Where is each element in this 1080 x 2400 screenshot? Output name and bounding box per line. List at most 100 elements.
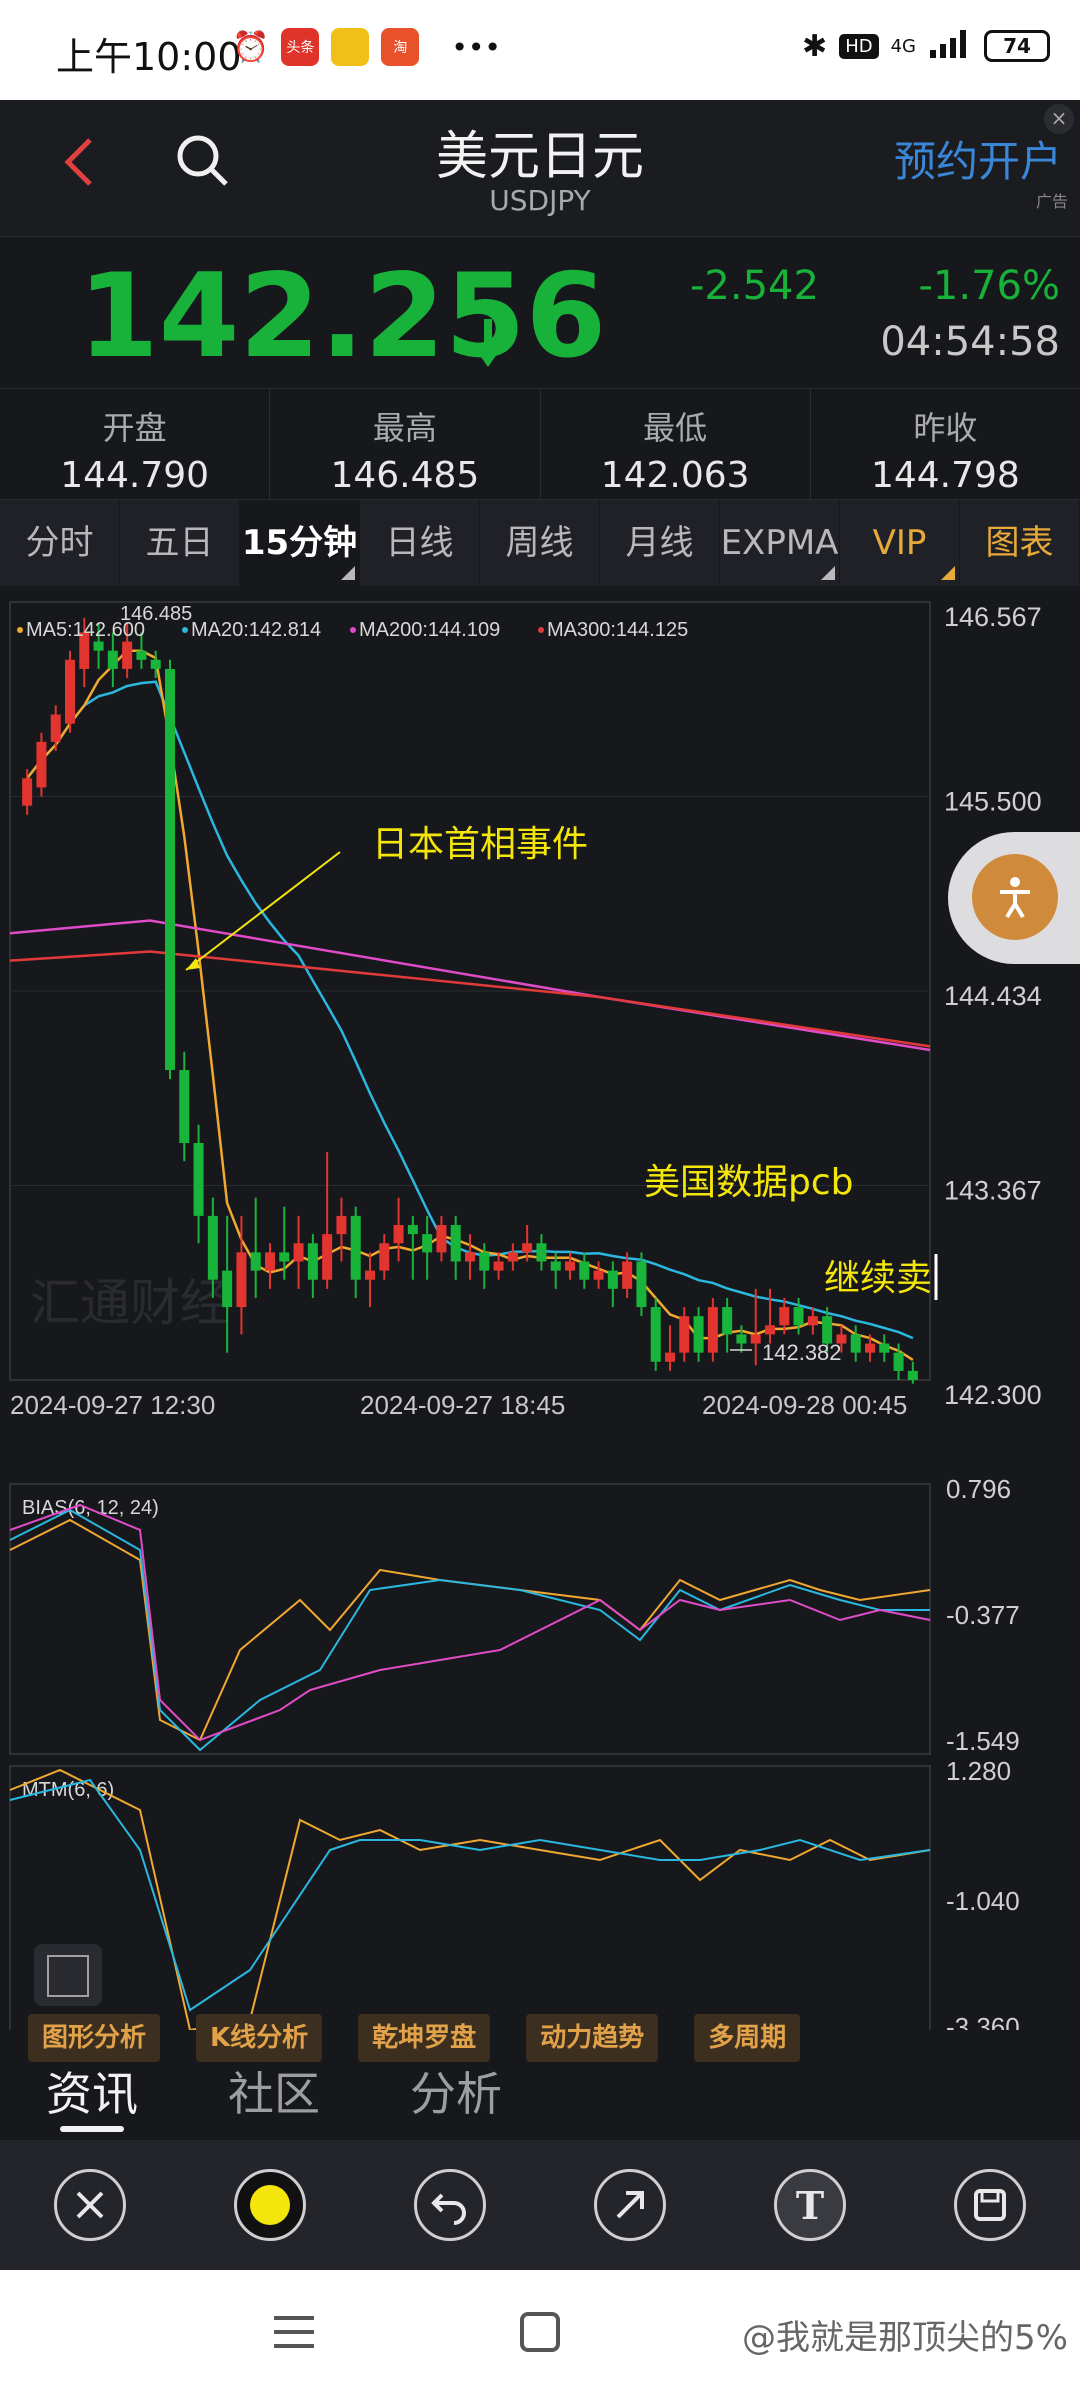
- x-tick-label: 2024-09-27 18:45: [360, 1390, 565, 1420]
- y-tick-label: 145.500: [944, 787, 1042, 817]
- legend-dot: [17, 627, 23, 633]
- arrow-tool-icon[interactable]: [594, 2169, 666, 2241]
- candle-body: [893, 1352, 904, 1371]
- status-notification-icons: ⏰ 头条 淘 •••: [232, 28, 501, 66]
- candle-body: [493, 1261, 504, 1271]
- candle-body: [436, 1225, 447, 1253]
- ad-tag: 广告: [1035, 192, 1068, 211]
- quote-time: 04:54:58: [880, 319, 1060, 365]
- candle-body: [122, 641, 133, 669]
- tab-15min[interactable]: 15分钟: [240, 500, 360, 586]
- y-tick-label: 142.300: [944, 1380, 1042, 1410]
- more-notifications-icon: •••: [451, 30, 501, 64]
- tab-daily[interactable]: 日线: [360, 500, 480, 586]
- app-icon-yellow: [331, 28, 370, 66]
- tab-vip[interactable]: VIP: [840, 500, 960, 586]
- candle-body: [465, 1252, 475, 1262]
- stat-value: 144.798: [870, 455, 1020, 496]
- candle-body: [807, 1316, 818, 1326]
- mtm-signal-line: [9, 1778, 931, 2012]
- candle-body: [22, 778, 33, 806]
- candle-body: [107, 650, 118, 669]
- candle-body: [136, 650, 147, 660]
- tab-monthly[interactable]: 月线: [600, 500, 720, 586]
- drawing-toolbar: T: [0, 2140, 1080, 2270]
- candle-body: [150, 659, 161, 669]
- undo-icon[interactable]: [414, 2169, 486, 2241]
- ad-close-icon[interactable]: ×: [1044, 104, 1074, 134]
- candle-body: [593, 1270, 604, 1280]
- stat-value: 146.485: [330, 455, 480, 496]
- candle-body: [793, 1307, 804, 1326]
- candle-body: [693, 1316, 704, 1353]
- annotation-text: 继续卖: [824, 1258, 932, 1299]
- stat-value: 144.790: [60, 455, 210, 496]
- candle-body: [307, 1243, 318, 1280]
- color-picker-button[interactable]: [234, 2169, 306, 2241]
- tab-community[interactable]: 社区: [228, 2052, 320, 2136]
- status-time: 上午10:00: [56, 35, 242, 79]
- y-tick-label: 146.567: [944, 602, 1042, 632]
- candle-body: [765, 1325, 775, 1335]
- tab-analysis[interactable]: 分析: [410, 2052, 502, 2136]
- tab-intraday[interactable]: 分时: [0, 500, 120, 586]
- menu-icon[interactable]: [274, 2314, 314, 2350]
- tab-expma[interactable]: EXPMA: [720, 500, 840, 586]
- chart-area[interactable]: 146.567 145.500 144.434 143.367 142.300 2024-…: [0, 590, 1080, 2062]
- y-tick-label: 143.367: [944, 1176, 1042, 1206]
- tab-label: VIP: [872, 523, 927, 563]
- candle-body: [722, 1307, 733, 1335]
- quote-panel: 142.256 -2.542 -1.76% 04:54:58: [0, 236, 1080, 388]
- stat-high: 最高 146.485: [270, 389, 541, 499]
- candle-body: [450, 1225, 461, 1262]
- low-label: 142.382: [762, 1340, 842, 1365]
- close-icon[interactable]: [54, 2169, 126, 2241]
- network-label: 4G: [890, 35, 916, 57]
- floating-accessibility-button[interactable]: [948, 832, 1080, 964]
- ma200-line: [9, 919, 931, 1052]
- candle-body: [522, 1243, 533, 1253]
- bias-line: [9, 1518, 931, 1742]
- candle-body: [193, 1142, 204, 1216]
- current-price: 142.256: [78, 249, 607, 384]
- home-button[interactable]: [520, 2312, 560, 2352]
- stat-label: 最高: [372, 409, 437, 447]
- down-arrow-icon: [474, 319, 502, 367]
- candle-body: [779, 1307, 790, 1326]
- tab-news[interactable]: 资讯: [46, 2052, 138, 2136]
- stat-label: 昨收: [913, 409, 978, 447]
- legend-entry: MA200:144.109: [359, 619, 500, 641]
- stat-label: 最低: [643, 409, 708, 447]
- candle-body: [336, 1215, 347, 1235]
- candle-body: [422, 1234, 433, 1253]
- toutiao-app-icon: 头条: [281, 28, 320, 66]
- candle-body: [365, 1270, 375, 1280]
- tab-five-day[interactable]: 五日: [120, 500, 240, 586]
- stat-open: 开盘 144.790: [0, 389, 271, 499]
- news-tabs: 资讯 社区 分析: [0, 2052, 1080, 2136]
- candle-body: [165, 668, 175, 1071]
- candlestick-chart[interactable]: 146.567 145.500 144.434 143.367 142.300 2024-…: [0, 590, 1080, 2030]
- open-account-button[interactable]: 预约开户: [894, 128, 1062, 189]
- legend-dot: [538, 627, 544, 633]
- tab-chart[interactable]: 图表: [960, 500, 1080, 586]
- candle-body: [236, 1252, 247, 1308]
- system-nav-bar: @我就是那顶尖的5%: [0, 2270, 1080, 2400]
- candle-body: [579, 1261, 590, 1280]
- tab-weekly[interactable]: 周线: [480, 500, 600, 586]
- bias-tick-label: -1.549: [946, 1726, 1020, 1756]
- period-tabs: 分时 五日 15分钟 日线 周线 月线 EXPMA VIP 图表: [0, 500, 1080, 586]
- candle-body: [750, 1334, 761, 1344]
- high-label: 146.485: [120, 603, 192, 625]
- status-right: ✱ HD 4G 74: [802, 28, 1050, 64]
- candle-body: [379, 1243, 390, 1271]
- text-tool-icon[interactable]: T: [774, 2169, 846, 2241]
- stats-row: 开盘 144.790 最高 146.485 最低 142.063 昨收 144.…: [0, 388, 1080, 500]
- status-bar: 上午10:00 ⏰ 头条 淘 ••• ✱ HD 4G 74: [0, 0, 1080, 100]
- candle-body: [879, 1343, 890, 1353]
- stat-prev-close: 昨收 144.798: [811, 389, 1080, 499]
- x-tick-label: 2024-09-27 12:30: [10, 1390, 215, 1420]
- save-icon[interactable]: [954, 2169, 1026, 2241]
- legend-dot: [182, 627, 188, 633]
- candle-body: [407, 1225, 418, 1235]
